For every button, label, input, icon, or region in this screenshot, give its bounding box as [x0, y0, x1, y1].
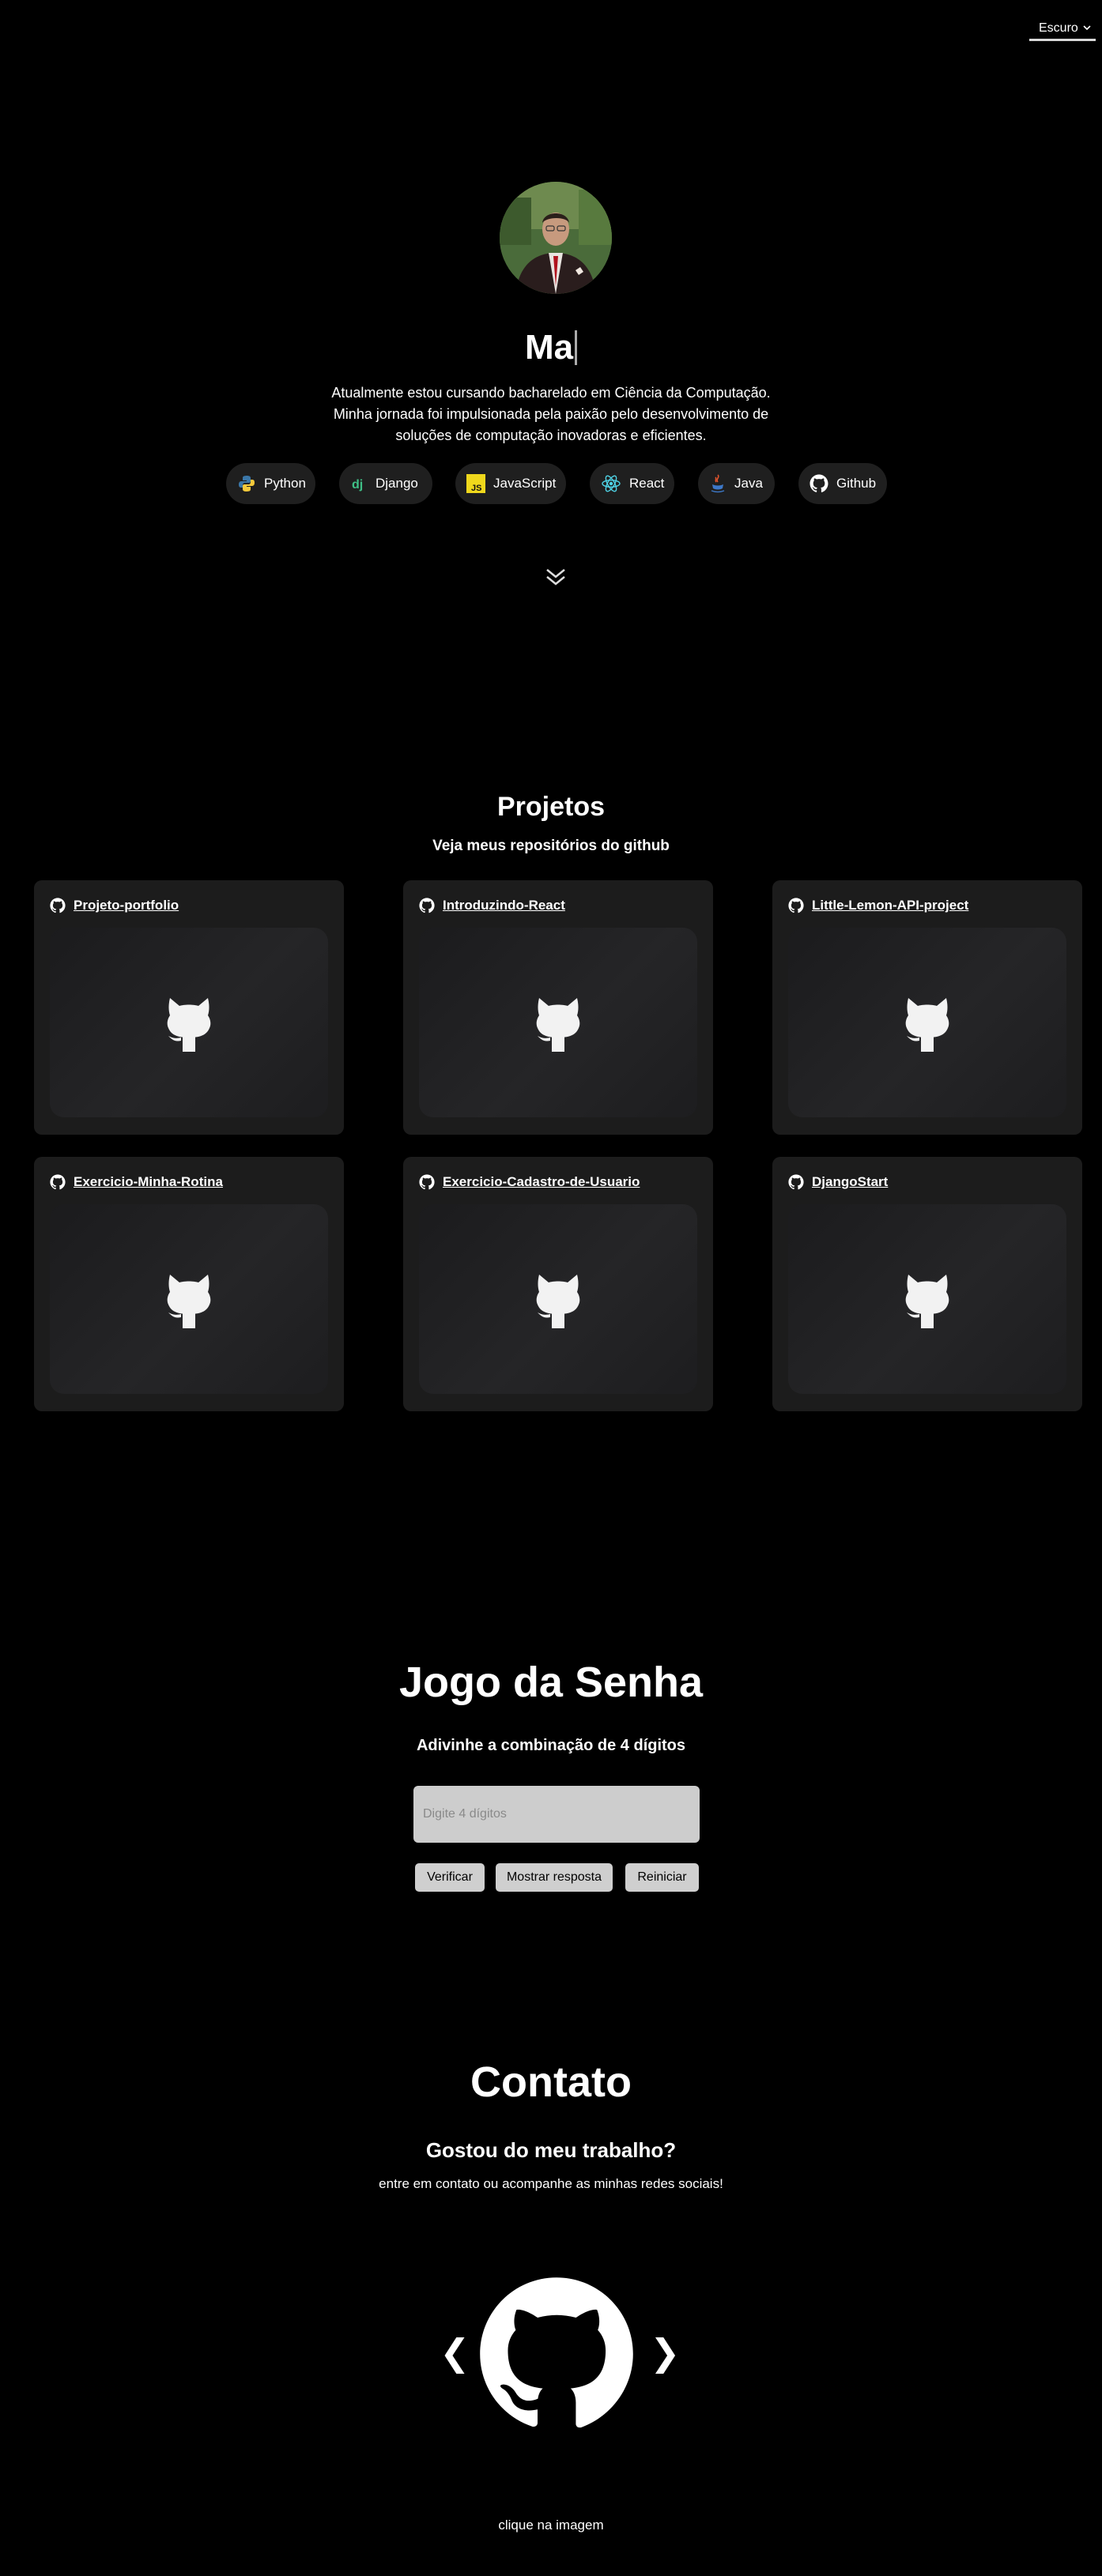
game-title: Jogo da Senha: [398, 1659, 704, 1706]
show-answer-button[interactable]: Mostrar resposta: [496, 1863, 613, 1892]
contact-text: entre em contato ou acompanhe as minhas …: [379, 2176, 723, 2191]
skill-label: Python: [264, 476, 306, 491]
svg-text:dj: dj: [352, 478, 363, 491]
project-card-header: Little-Lemon-API-project: [788, 898, 968, 913]
reset-button[interactable]: Reiniciar: [625, 1863, 699, 1892]
contact-title: Contato: [470, 2058, 632, 2106]
carousel-prev-button[interactable]: ❮: [440, 2333, 470, 2372]
github-icon: [788, 1174, 804, 1190]
project-card[interactable]: Exercicio-Cadastro-de-Usuario: [403, 1157, 713, 1411]
octocat-icon: [167, 1275, 211, 1328]
project-card[interactable]: Projeto-portfolio: [34, 880, 344, 1135]
avatar: [500, 182, 612, 294]
game-subtitle: Adivinhe a combinação de 4 dígitos: [416, 1737, 686, 1754]
project-card-header: DjangoStart: [788, 1174, 888, 1190]
github-icon: [50, 1174, 66, 1190]
python-icon: [237, 473, 256, 494]
github-icon: [50, 898, 66, 913]
project-image[interactable]: [788, 928, 1066, 1117]
skill-label: JavaScript: [493, 476, 557, 491]
typing-caret: [575, 330, 578, 365]
chevron-down-icon: [1083, 25, 1091, 31]
skill-javascript[interactable]: JS JavaScript: [455, 463, 566, 504]
hero-title: Ma: [0, 324, 1102, 371]
project-card-header: Projeto-portfolio: [50, 898, 179, 913]
click-hint: clique na imagem: [498, 2518, 604, 2533]
skill-label: React: [629, 476, 665, 491]
project-link[interactable]: Little-Lemon-API-project: [812, 898, 968, 913]
github-icon: [788, 898, 804, 913]
project-card[interactable]: DjangoStart: [772, 1157, 1082, 1411]
project-card[interactable]: Exercicio-Minha-Rotina: [34, 1157, 344, 1411]
java-icon: [709, 473, 726, 494]
carousel-next-button[interactable]: ❯: [650, 2333, 681, 2372]
django-icon: dj: [350, 473, 368, 494]
project-image[interactable]: [50, 1204, 328, 1394]
project-image[interactable]: [788, 1204, 1066, 1394]
skill-label: Github: [836, 476, 877, 491]
theme-select-value: Escuro: [1039, 21, 1078, 35]
hero-description: Atualmente estou cursando bacharelado em…: [331, 385, 771, 443]
github-icon: [419, 898, 435, 913]
project-card[interactable]: Introduzindo-React: [403, 880, 713, 1135]
projects-subtitle: Veja meus repositórios do github: [432, 838, 670, 854]
github-icon[interactable]: [477, 2274, 636, 2434]
contact-subtitle: Gostou do meu trabalho?: [425, 2138, 677, 2162]
skill-label: Java: [734, 476, 763, 491]
skill-python[interactable]: Python: [226, 463, 315, 504]
project-link[interactable]: Projeto-portfolio: [74, 898, 179, 913]
hero-title-text: Ma: [524, 328, 574, 367]
octocat-icon: [167, 998, 211, 1052]
theme-select[interactable]: Escuro: [1029, 17, 1096, 41]
skill-github[interactable]: Github: [798, 463, 887, 504]
project-link[interactable]: Introduzindo-React: [443, 898, 565, 913]
project-card-header: Introduzindo-React: [419, 898, 565, 913]
octocat-icon: [905, 998, 949, 1052]
double-chevron-down-icon[interactable]: [544, 566, 568, 589]
skill-java[interactable]: Java: [698, 463, 775, 504]
project-card[interactable]: Little-Lemon-API-project: [772, 880, 1082, 1135]
project-link[interactable]: Exercicio-Cadastro-de-Usuario: [443, 1174, 640, 1190]
project-image[interactable]: [419, 1204, 697, 1394]
react-icon: [601, 473, 621, 494]
project-link[interactable]: Exercicio-Minha-Rotina: [74, 1174, 223, 1190]
project-image[interactable]: [50, 928, 328, 1117]
skill-react[interactable]: React: [590, 463, 674, 504]
javascript-icon: JS: [466, 473, 485, 494]
skill-label: Django: [376, 476, 418, 491]
projects-title: Projetos: [496, 792, 606, 822]
github-icon: [810, 473, 828, 494]
github-icon: [419, 1174, 435, 1190]
octocat-icon: [536, 1275, 580, 1328]
project-link[interactable]: DjangoStart: [812, 1174, 888, 1190]
skill-django[interactable]: dj Django: [339, 463, 432, 504]
octocat-icon: [536, 998, 580, 1052]
verify-button[interactable]: Verificar: [415, 1863, 485, 1892]
project-image[interactable]: [419, 928, 697, 1117]
code-input[interactable]: [413, 1786, 700, 1843]
svg-text:JS: JS: [471, 484, 481, 493]
project-card-header: Exercicio-Cadastro-de-Usuario: [419, 1174, 640, 1190]
octocat-icon: [905, 1275, 949, 1328]
project-card-header: Exercicio-Minha-Rotina: [50, 1174, 223, 1190]
